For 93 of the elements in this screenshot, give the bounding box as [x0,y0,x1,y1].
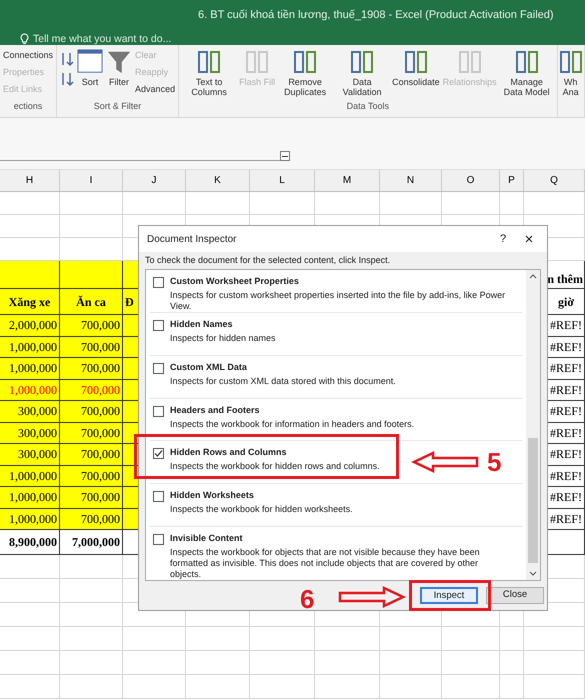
table-cell: 700,000 [60,466,123,486]
table-cell: 700,000 [60,380,123,400]
table-cell: 1,000,000 [0,508,60,529]
step-number: 6 [300,586,314,612]
column-header[interactable]: Q [524,170,585,191]
table-cell: 2,000,000 [0,315,60,336]
checkbox[interactable] [153,362,164,374]
table-cell: Ăn ca [60,289,123,314]
ribbon-button[interactable]: Data Validation [335,49,390,97]
table-cell: 700,000 [60,508,123,529]
checkbox[interactable] [153,491,164,502]
option-title: Invisible Content [170,532,244,544]
option-description: Inspects the workbook for hidden rows and columns. [170,461,381,472]
table-cell: Xăng xe [0,289,60,314]
window-title: 6. BT cuối khoá tiền lương, thuế_1908 - Excel (Product Activation Failed) [197,8,555,23]
tool-icon [245,49,270,75]
table-cell: 1,000,000 [0,380,60,400]
instruction-text: To check the document for the selected content, click Inspect. [144,254,392,267]
tool-icon [350,49,374,75]
column-header[interactable]: N [380,170,442,191]
dialog-button[interactable]: Inspect [420,587,478,604]
tool-icon [293,49,318,75]
table-cell: 1,000,000 [0,466,60,486]
table-cell: 300,000 [0,401,60,422]
column-header[interactable]: M [315,170,380,191]
table-cell: 1,000,000 [0,358,60,378]
table-cell: 700,000 [60,336,123,357]
column-header[interactable]: K [186,170,250,191]
column-header[interactable]: O [442,170,500,191]
ribbon-button[interactable]: Sort [77,49,104,87]
table-cell: 1,000,000 [0,336,60,357]
ribbon-button[interactable]: Wh Ana [560,49,581,97]
table-cell: 700,000 [60,401,123,422]
table-cell: 700,000 [60,358,123,378]
option-title: Hidden Worksheets [170,490,255,502]
close-button[interactable]: × [515,232,543,246]
scroll-down-icon[interactable] [529,571,537,576]
tool-icon [514,49,539,75]
scrollbar[interactable] [526,270,540,580]
scroll-thumb[interactable] [528,438,538,563]
checkbox[interactable] [153,448,164,460]
table-cell: 700,000 [60,444,123,464]
checkbox[interactable] [153,320,164,331]
checkmark-icon [154,449,163,458]
ribbon-button[interactable]: Consolidate [392,49,440,87]
help-button[interactable]: ? [491,230,515,248]
step-number: 5 [487,449,502,475]
option-description: Inspects the workbook for objects that are not visible because they have been formatted as invisible. This does not include objects that are covered by other objects. [170,546,481,580]
tool-icon [558,49,583,75]
checkbox[interactable] [153,277,164,288]
ribbon-button[interactable]: Remove Duplicates [278,49,332,97]
table-cell: 700,000 [60,487,123,508]
pointer-arrow [411,450,481,474]
tool-icon [404,49,428,75]
filter-icon [106,49,132,75]
group-label: Data Tools [346,100,390,112]
option-description: Inspects the workbook for hidden worksheets. [170,504,354,516]
column-header[interactable]: J [123,170,186,191]
group-label: Sort & Filter [92,100,142,112]
option-title: Custom XML Data [170,362,248,373]
column-header[interactable]: I [60,170,123,191]
option-title: Custom Worksheet Properties [170,276,300,287]
tool-icon [197,49,222,75]
scroll-up-icon[interactable] [529,274,537,279]
sort-icon [77,49,104,75]
ribbon-button[interactable]: Text to Columns [182,49,236,97]
column-header[interactable]: P [500,170,524,191]
ribbon-button[interactable]: Advanced [135,83,176,96]
option-title: Hidden Names [170,319,234,330]
option-description: Inspects for hidden names [170,333,277,344]
table-cell: 300,000 [0,444,60,464]
dialog-button[interactable]: Close [486,587,544,604]
column-header[interactable]: H [0,170,60,191]
tell-me-field[interactable]: Tell me what you want to do... [33,32,172,48]
collapse-button[interactable] [280,151,290,161]
checkbox[interactable] [153,534,164,545]
option-description: Inspects for custom XML data stored with this document. [170,376,397,387]
table-cell: 700,000 [60,315,123,336]
tool-icon [458,49,482,75]
column-header[interactable]: L [250,170,315,191]
table-cell: 700,000 [60,422,123,443]
option-description: Inspects the workbook for information in headers and footers. [170,418,416,430]
option-title: Hidden Rows and Columns [170,447,288,458]
checkbox[interactable] [153,406,164,417]
group-label: ections [12,100,44,112]
option-title: Headers and Footers [170,404,261,416]
ribbon-button[interactable]: Filter [106,49,132,87]
table-cell: 1,000,000 [0,487,60,508]
dialog-title: Document Inspector [147,232,238,246]
ribbon-button[interactable]: Manage Data Model [500,49,554,97]
table-cell: 300,000 [0,422,60,443]
pointer-arrow [338,585,406,609]
ribbon-button[interactable]: Connections [3,49,54,62]
